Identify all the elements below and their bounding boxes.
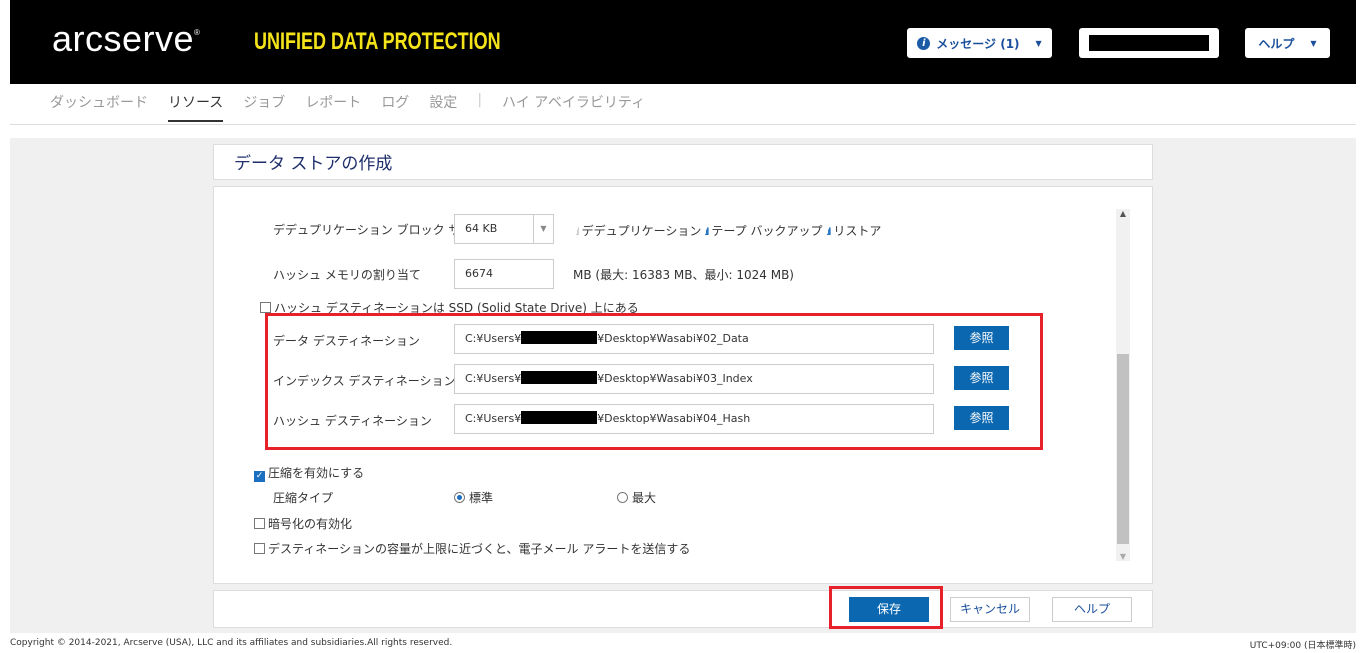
redacted-text [521, 371, 598, 384]
index-destination-label: インデックス デスティネーション [273, 374, 456, 388]
help-button[interactable]: ヘルプ [1052, 597, 1132, 622]
messages-button[interactable]: i メッセージ (1) ▼ [907, 28, 1052, 58]
caret-down-icon: ▼ [1035, 38, 1042, 48]
legend-restore: .ıll リストア [826, 224, 882, 238]
browse-hash-button[interactable]: 参照 [954, 406, 1009, 430]
max-radio[interactable] [617, 492, 628, 503]
title-panel: データ ストアの作成 [213, 144, 1153, 180]
scrollbar[interactable]: ▲ ▼ [1116, 209, 1130, 561]
compression-type-label: 圧縮タイプ [273, 491, 334, 505]
user-button[interactable] [1079, 28, 1219, 58]
compression-checkbox-row[interactable]: ✓ 圧縮を有効にする [254, 464, 364, 482]
main-nav: ダッシュボード リソース ジョブ レポート ログ 設定 | ハイ アベイラビリテ… [50, 92, 645, 122]
hash-memory-label: ハッシュ メモリの割り当て [273, 268, 421, 282]
scroll-up-icon[interactable]: ▲ [1116, 209, 1130, 218]
redacted-text [521, 411, 598, 424]
browse-index-button[interactable]: 参照 [954, 366, 1009, 390]
scroll-down-icon[interactable]: ▼ [1116, 552, 1130, 561]
hash-memory-note: MB (最大: 16383 MB、最小: 1024 MB) [573, 268, 794, 282]
save-button[interactable]: 保存 [849, 597, 929, 622]
timezone: UTC+09:00 (日本標準時) [1249, 641, 1356, 651]
hash-destination-input[interactable]: C:¥Users¥ ¥Desktop¥Wasabi¥04_Hash [454, 404, 934, 434]
nav-jobs[interactable]: ジョブ [243, 92, 285, 122]
arcserve-logo: arcserve® [52, 18, 201, 59]
compression-checkbox[interactable]: ✓ [254, 471, 265, 482]
scrollbar-thumb[interactable] [1117, 354, 1129, 544]
alert-checkbox[interactable] [254, 543, 265, 554]
browse-data-button[interactable]: 参照 [954, 326, 1009, 350]
caret-down-icon: ▼ [1310, 38, 1317, 48]
nav-reports[interactable]: レポート [305, 92, 361, 122]
page-title: データ ストアの作成 [234, 154, 393, 174]
nav-divider: | [477, 92, 483, 108]
hash-destination-label: ハッシュ デスティネーション [273, 414, 432, 428]
signal-icon: .ıll [826, 227, 831, 238]
app-header: arcserve® UNIFIED DATA PROTECTION i メッセージ… [10, 0, 1356, 84]
block-size-select[interactable]: 64 KB ▼ [454, 214, 554, 244]
redacted-user [1089, 35, 1209, 51]
signal-icon: .ıll [704, 227, 709, 238]
product-tagline: UNIFIED DATA PROTECTION [254, 28, 501, 55]
standard-radio[interactable] [454, 492, 465, 503]
info-icon: i [917, 36, 931, 50]
help-menu-button[interactable]: ヘルプ ▼ [1245, 28, 1330, 58]
ssd-checkbox[interactable] [260, 302, 271, 313]
data-destination-label: データ デスティネーション [273, 334, 420, 348]
nav-dashboard[interactable]: ダッシュボード [50, 92, 148, 122]
nav-logs[interactable]: ログ [381, 92, 409, 122]
compression-max-option[interactable]: 最大 [617, 489, 656, 506]
encryption-checkbox-row[interactable]: 暗号化の有効化 [254, 515, 352, 532]
compression-standard-option[interactable]: 標準 [454, 489, 493, 506]
alert-checkbox-row[interactable]: デスティネーションの容量が上限に近づくと、電子メール アラートを送信する [254, 540, 690, 557]
block-size-label: デデュプリケーション ブロック サイズ [273, 223, 485, 237]
redacted-text [521, 331, 598, 344]
copyright: Copyright © 2014-2021, Arcserve (USA), L… [10, 638, 453, 648]
signal-icon: .ıl [575, 227, 580, 238]
hash-memory-input[interactable]: 6674 [454, 259, 554, 289]
encryption-checkbox[interactable] [254, 518, 265, 529]
legend-tape: .ıll テープ バックアップ [704, 224, 823, 238]
legend-dedup: .ıl デデュプリケーション [575, 224, 702, 238]
chevron-down-icon: ▼ [533, 215, 553, 243]
nav-resources[interactable]: リソース [168, 92, 224, 122]
nav-high-availability[interactable]: ハイ アベイラビリティ [502, 92, 645, 122]
nav-divider-line [10, 124, 1356, 125]
index-destination-input[interactable]: C:¥Users¥ ¥Desktop¥Wasabi¥03_Index [454, 364, 934, 394]
data-destination-input[interactable]: C:¥Users¥ ¥Desktop¥Wasabi¥02_Data [454, 324, 934, 354]
cancel-button[interactable]: キャンセル [950, 597, 1030, 622]
nav-settings[interactable]: 設定 [429, 92, 457, 122]
